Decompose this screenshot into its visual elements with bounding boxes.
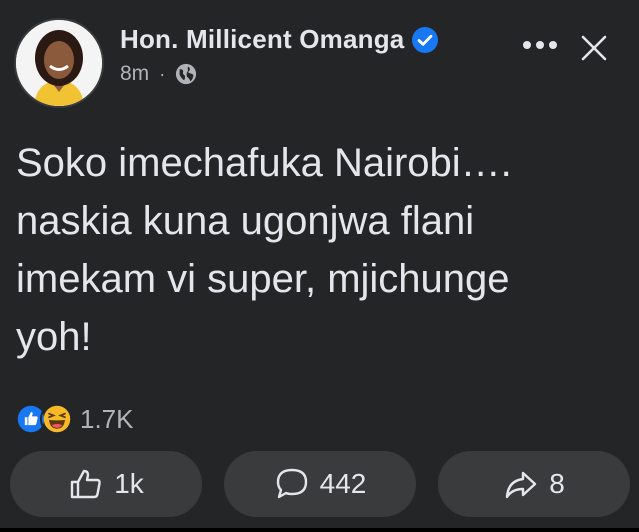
reaction-count: 1.7K: [80, 403, 134, 434]
verified-badge-icon: [412, 26, 439, 53]
post-text: Soko imechafuka Nairobi…. naskia kuna ug…: [16, 141, 512, 359]
post-timestamp[interactable]: 8m: [120, 62, 149, 86]
comment-icon: [276, 468, 307, 499]
more-options-icon[interactable]: [520, 30, 560, 60]
author-avatar[interactable]: [14, 18, 104, 108]
action-bar: 1k 442 8: [10, 451, 630, 517]
haha-reaction-icon: [40, 402, 74, 436]
like-count: 1k: [114, 468, 144, 499]
close-icon[interactable]: [578, 32, 610, 64]
like-button[interactable]: 1k: [10, 451, 202, 517]
share-count: 8: [549, 468, 565, 499]
thumbs-up-icon: [71, 469, 101, 499]
share-icon: [506, 471, 537, 499]
meta-separator: ·: [159, 63, 166, 84]
share-button[interactable]: 8: [438, 451, 630, 517]
post-card: Hon. Millicent Omanga 8m · Soko imechafu…: [0, 0, 639, 528]
comment-button[interactable]: 442: [224, 451, 416, 517]
reactions-summary[interactable]: 1.7K: [14, 402, 134, 436]
globe-icon: [176, 63, 197, 85]
comment-count: 442: [319, 468, 367, 499]
author-name[interactable]: Hon. Millicent Omanga: [120, 24, 404, 55]
